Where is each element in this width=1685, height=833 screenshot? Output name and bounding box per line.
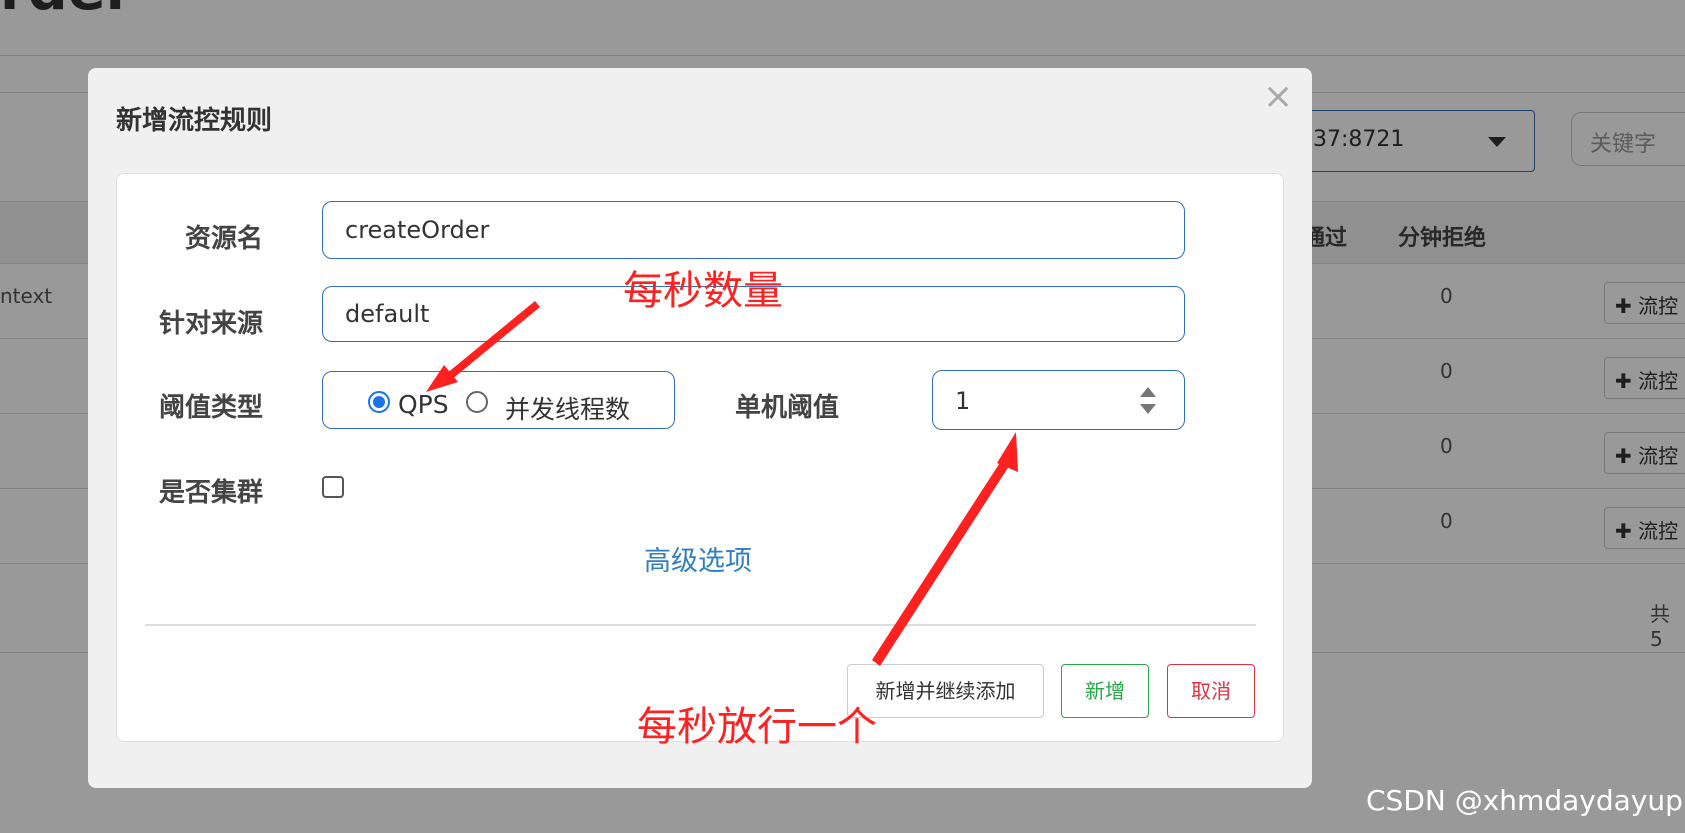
annotation-qps-note: 每秒数量 <box>623 268 783 314</box>
watermark: CSDN @xhmdaydayup <box>1366 784 1683 817</box>
annotation-threshold-note: 每秒放行一个 <box>637 704 877 750</box>
arrow-to-threshold <box>872 458 1011 666</box>
arrow-to-qps <box>446 301 540 380</box>
